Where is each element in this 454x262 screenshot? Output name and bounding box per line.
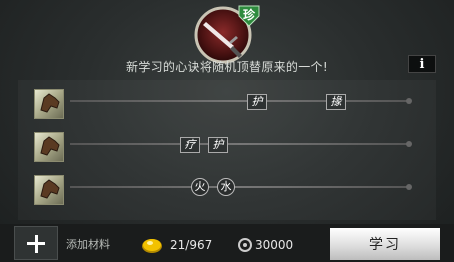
beast-head-icon[interactable] xyxy=(34,89,64,119)
coin-icon xyxy=(142,239,162,253)
skill-tag: 护 xyxy=(247,94,267,110)
skill-row: 火 水 xyxy=(0,172,454,206)
track-end xyxy=(406,184,412,190)
beast-head-icon[interactable] xyxy=(34,175,64,205)
add-material-label: 添加材料 xyxy=(66,238,110,251)
track-end xyxy=(406,98,412,104)
element-tag: 火 xyxy=(191,178,209,196)
skill-track xyxy=(70,186,410,188)
learn-skill-dialog: 珍 新学习的心诀将随机顶替原来的一个! i 护 掾 疗 护 火 水 添加材料 2… xyxy=(0,0,454,262)
material-count: 21/967 xyxy=(170,238,213,252)
money-amount: 30000 xyxy=(255,238,294,252)
skill-tag: 护 xyxy=(208,137,228,153)
skill-row: 疗 护 xyxy=(0,129,454,163)
skill-tag: 疗 xyxy=(180,137,200,153)
rarity-badge: 珍 xyxy=(237,4,261,27)
learn-button[interactable]: 学习 xyxy=(330,228,440,260)
info-button[interactable]: i xyxy=(408,55,436,73)
replace-notice: 新学习的心诀将随机顶替原来的一个! xyxy=(126,60,328,74)
skill-track xyxy=(70,143,410,145)
element-tag: 水 xyxy=(217,178,235,196)
skill-track xyxy=(70,100,410,102)
track-end xyxy=(406,141,412,147)
skill-row: 护 掾 xyxy=(0,86,454,120)
skill-tag: 掾 xyxy=(326,94,346,110)
money-icon xyxy=(238,238,252,252)
add-material-button[interactable] xyxy=(14,226,58,260)
beast-head-icon[interactable] xyxy=(34,132,64,162)
